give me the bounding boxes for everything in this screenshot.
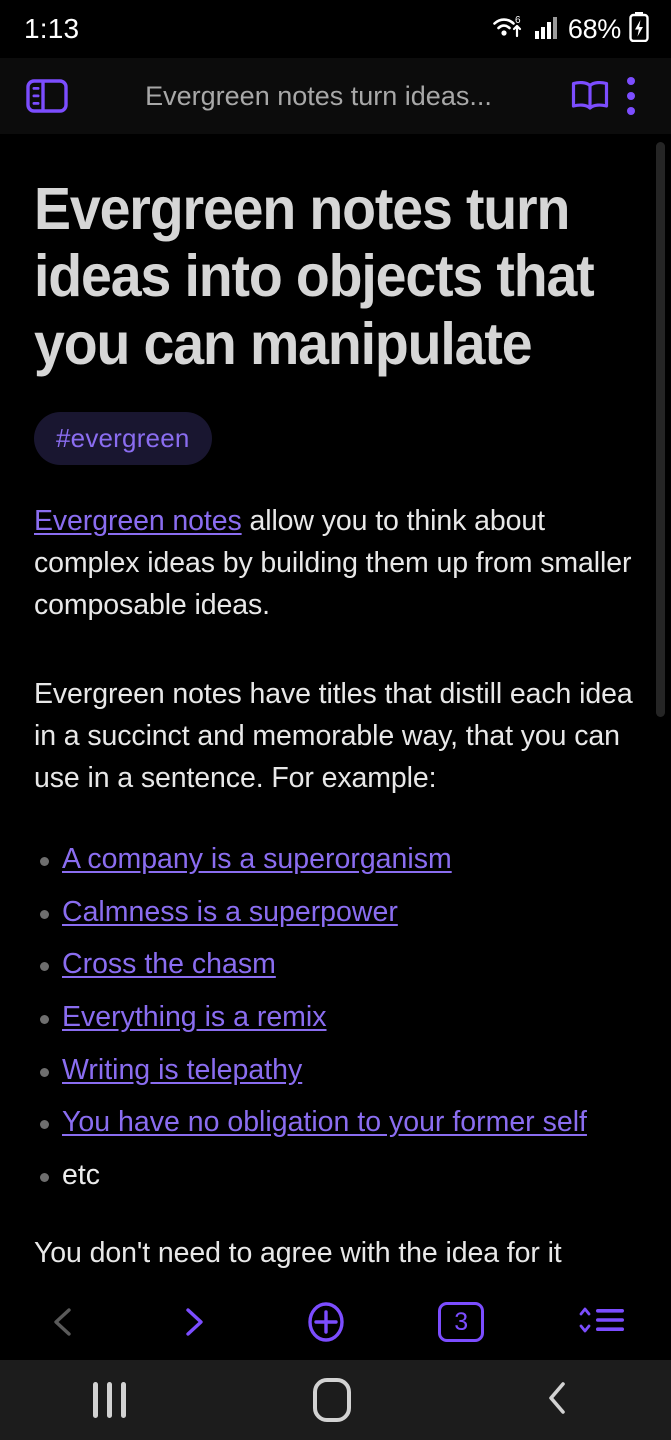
cellular-signal-icon: [534, 14, 560, 45]
battery-percent-label: 68%: [567, 13, 621, 44]
list-item: A company is a superorganism: [34, 842, 637, 878]
open-book-icon[interactable]: [567, 73, 613, 119]
plus-circle-icon[interactable]: [302, 1298, 350, 1346]
chevron-left-icon[interactable]: [44, 1302, 84, 1342]
link-everything-is-a-remix[interactable]: Everything is a remix: [62, 1001, 327, 1033]
status-bar: 1:13 6 68%: [0, 0, 671, 58]
link-calmness-is-a-superpower[interactable]: Calmness is a superpower: [62, 896, 398, 928]
link-writing-is-telepathy[interactable]: Writing is telepathy: [62, 1054, 302, 1086]
link-evergreen-notes[interactable]: Evergreen notes: [34, 505, 242, 537]
phone-screen: 1:13 6 68% Evergreen notes turn ideas...…: [0, 0, 671, 1440]
sort-list-icon[interactable]: [573, 1303, 627, 1341]
tag-row: #evergreen: [34, 411, 637, 465]
note-heading: Evergreen notes turn ideas into objects …: [34, 176, 595, 377]
list-item: Calmness is a superpower: [34, 895, 637, 931]
tab-count-button[interactable]: 3: [438, 1302, 485, 1342]
browser-bottom-bar: 3: [0, 1284, 671, 1360]
recents-icon[interactable]: [93, 1382, 127, 1418]
kebab-menu-icon[interactable]: [613, 77, 649, 115]
android-nav-bar: [0, 1360, 671, 1440]
page-title[interactable]: Evergreen notes turn ideas...: [70, 81, 567, 112]
list-item: Writing is telepathy: [34, 1053, 637, 1089]
list-item: Cross the chasm: [34, 947, 637, 983]
chevron-right-icon[interactable]: [173, 1302, 213, 1342]
android-back-icon[interactable]: [538, 1376, 578, 1425]
svg-text:6: 6: [515, 15, 521, 26]
list-item: Everything is a remix: [34, 1000, 637, 1036]
tag-evergreen[interactable]: #evergreen: [34, 411, 212, 465]
list-item: You have no obligation to your former se…: [34, 1105, 637, 1141]
note-content: Evergreen notes turn ideas into objects …: [0, 134, 671, 1284]
link-you-have-no-obligation-to-your-former-self[interactable]: You have no obligation to your former se…: [62, 1106, 587, 1138]
status-indicators: 6 68%: [492, 11, 649, 47]
paragraph-2: Evergreen notes have titles that distill…: [34, 678, 633, 795]
sidebar-panel-icon[interactable]: [24, 73, 70, 119]
app-top-bar: Evergreen notes turn ideas...: [0, 58, 671, 134]
paragraph-3: You don't need to agree with the idea fo…: [34, 1237, 562, 1270]
home-icon[interactable]: [312, 1378, 351, 1422]
wifi-6-icon: 6: [492, 12, 526, 47]
status-time: 1:13: [24, 13, 80, 44]
list-item: etc: [34, 1158, 637, 1194]
example-note-list: A company is a superorganism Calmness is…: [34, 842, 637, 1193]
battery-charging-icon: [629, 11, 649, 47]
paragraph-1: Evergreen notes allow you to think about…: [34, 501, 637, 627]
link-cross-the-chasm[interactable]: Cross the chasm: [62, 948, 276, 980]
link-a-company-is-a-superorganism[interactable]: A company is a superorganism: [62, 843, 452, 875]
vertical-scrollbar[interactable]: [656, 142, 665, 717]
list-item-label-etc: etc: [62, 1158, 101, 1191]
